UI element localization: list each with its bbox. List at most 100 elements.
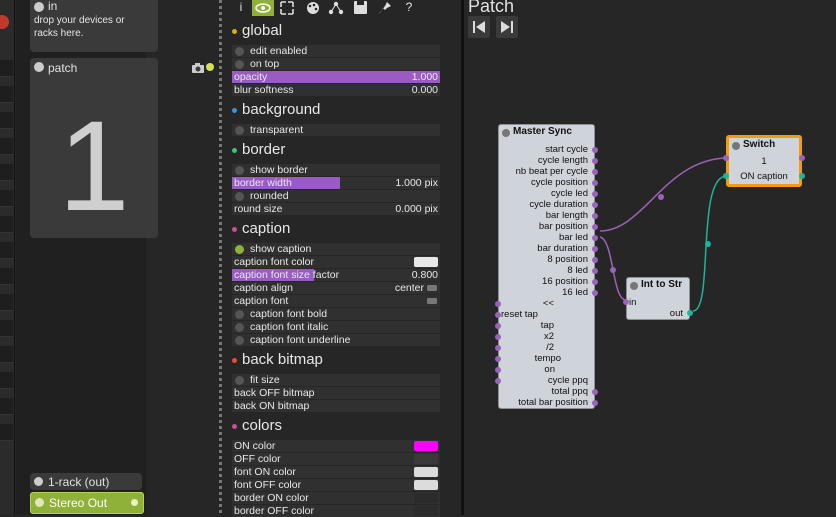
round-size-slider[interactable]: round size 0.000 pix (232, 203, 440, 215)
section-background[interactable]: background (232, 101, 320, 118)
patch-canvas[interactable]: Patch Master Sync start cycle cycle leng… (464, 0, 836, 515)
on-color-picker[interactable]: ON color (232, 440, 440, 452)
checkbox-icon[interactable] (235, 310, 244, 319)
output-port[interactable] (592, 191, 598, 197)
rounded-checkbox[interactable]: rounded (232, 190, 440, 202)
output-port[interactable] (592, 235, 598, 241)
checkbox-icon[interactable] (235, 323, 244, 332)
pin-icon[interactable] (378, 1, 392, 15)
wire-handle[interactable] (610, 267, 616, 273)
section-caption[interactable]: caption (232, 220, 290, 237)
input-port[interactable] (495, 323, 501, 329)
fit-size-checkbox[interactable]: fit size (232, 374, 440, 386)
dropdown-icon[interactable] (427, 285, 437, 291)
show-border-checkbox[interactable]: show border (232, 164, 440, 176)
strip-slot[interactable] (0, 190, 13, 207)
collapse-icon[interactable] (34, 477, 43, 486)
output-port[interactable] (592, 268, 598, 274)
gear-icon[interactable] (35, 498, 44, 507)
caption-italic-checkbox[interactable]: caption font italic (232, 321, 440, 333)
strip-slot[interactable] (0, 164, 13, 181)
output-port[interactable] (799, 173, 805, 179)
color-swatch[interactable] (414, 257, 438, 267)
input-port[interactable] (495, 312, 501, 318)
dropdown-icon[interactable] (427, 298, 437, 304)
checkbox-icon[interactable] (235, 376, 244, 385)
output-port[interactable] (592, 169, 598, 175)
help-icon[interactable]: ? (400, 0, 418, 14)
output-port[interactable] (592, 279, 598, 285)
strip-slot[interactable] (0, 216, 13, 233)
output-port[interactable] (592, 290, 598, 296)
strip-slot[interactable] (0, 294, 13, 311)
rack-out-module[interactable]: 1-rack (out) (30, 473, 142, 490)
checkbox-icon[interactable] (235, 245, 244, 254)
caption-align-select[interactable]: caption align center (232, 282, 440, 294)
stereo-out-device[interactable]: Stereo Out (30, 492, 144, 514)
checkbox-icon[interactable] (235, 47, 244, 56)
edit-enabled-checkbox[interactable]: edit enabled (232, 45, 440, 57)
strip-slot[interactable] (0, 268, 13, 285)
border-off-color-picker[interactable]: border OFF color (232, 505, 440, 517)
checkbox-icon[interactable] (235, 126, 244, 135)
gear-icon[interactable] (732, 142, 740, 150)
palette-icon[interactable] (306, 1, 320, 15)
gear-icon[interactable] (630, 282, 638, 290)
caption-underline-checkbox[interactable]: caption font underline (232, 334, 440, 346)
strip-slot[interactable] (0, 138, 13, 155)
strip-slot[interactable] (0, 86, 13, 103)
show-caption-checkbox[interactable]: show caption (232, 243, 440, 255)
int-to-str-node[interactable]: Int to Str in out (623, 277, 693, 320)
font-off-color-picker[interactable]: font OFF color (232, 479, 440, 491)
caption-font-size-slider[interactable]: caption font size factor 0.800 (232, 269, 440, 281)
section-back-bitmap[interactable]: back bitmap (232, 351, 323, 368)
collapse-icon[interactable] (34, 62, 44, 72)
info-icon[interactable]: i (232, 0, 250, 14)
output-port[interactable] (592, 257, 598, 263)
input-port[interactable] (495, 334, 501, 340)
blur-softness-slider[interactable]: blur softness 0.000 (232, 84, 440, 96)
strip-slot[interactable] (0, 398, 13, 415)
checkbox-icon[interactable] (235, 336, 244, 345)
input-port[interactable] (495, 345, 501, 351)
output-port[interactable] (592, 202, 598, 208)
checkbox-icon[interactable] (235, 192, 244, 201)
strip-slot[interactable] (0, 242, 13, 259)
graph-icon[interactable] (328, 1, 344, 15)
section-colors[interactable]: colors (232, 417, 282, 434)
back-off-bitmap-field[interactable]: back OFF bitmap (232, 387, 440, 399)
wire[interactable] (599, 157, 727, 232)
border-width-slider[interactable]: border width 1.000 pix (232, 177, 440, 189)
collapse-icon[interactable] (34, 2, 44, 12)
output-port[interactable] (592, 224, 598, 230)
color-swatch[interactable] (414, 493, 438, 503)
gear-icon[interactable] (502, 129, 510, 137)
wire-handle[interactable] (658, 194, 664, 200)
wire-handle[interactable] (705, 241, 711, 247)
output-port[interactable] (592, 147, 598, 153)
border-on-color-picker[interactable]: border ON color (232, 492, 440, 504)
output-port[interactable] (592, 246, 598, 252)
save-icon[interactable] (354, 1, 367, 14)
master-sync-node[interactable]: Master Sync start cycle cycle length nb … (495, 124, 598, 409)
output-port[interactable] (687, 310, 693, 316)
input-port[interactable] (495, 301, 501, 307)
checkbox-icon[interactable] (235, 60, 244, 69)
caption-font-select[interactable]: caption font (232, 295, 440, 307)
strip-slot[interactable] (0, 320, 13, 337)
caption-font-color-picker[interactable]: caption font color (232, 256, 440, 268)
strip-slot[interactable] (0, 424, 13, 441)
strip-slot[interactable] (0, 60, 13, 77)
output-port[interactable] (592, 158, 598, 164)
input-port[interactable] (495, 356, 501, 362)
input-port[interactable] (723, 173, 729, 179)
color-swatch[interactable] (414, 480, 438, 490)
strip-slot[interactable] (0, 372, 13, 389)
checkbox-icon[interactable] (235, 166, 244, 175)
input-port[interactable] (623, 299, 629, 305)
in-module[interactable]: in drop your devices or racks here. (30, 0, 158, 52)
output-port[interactable] (799, 155, 805, 161)
output-port[interactable] (592, 180, 598, 186)
output-port[interactable] (592, 213, 598, 219)
section-global[interactable]: global (232, 22, 282, 39)
